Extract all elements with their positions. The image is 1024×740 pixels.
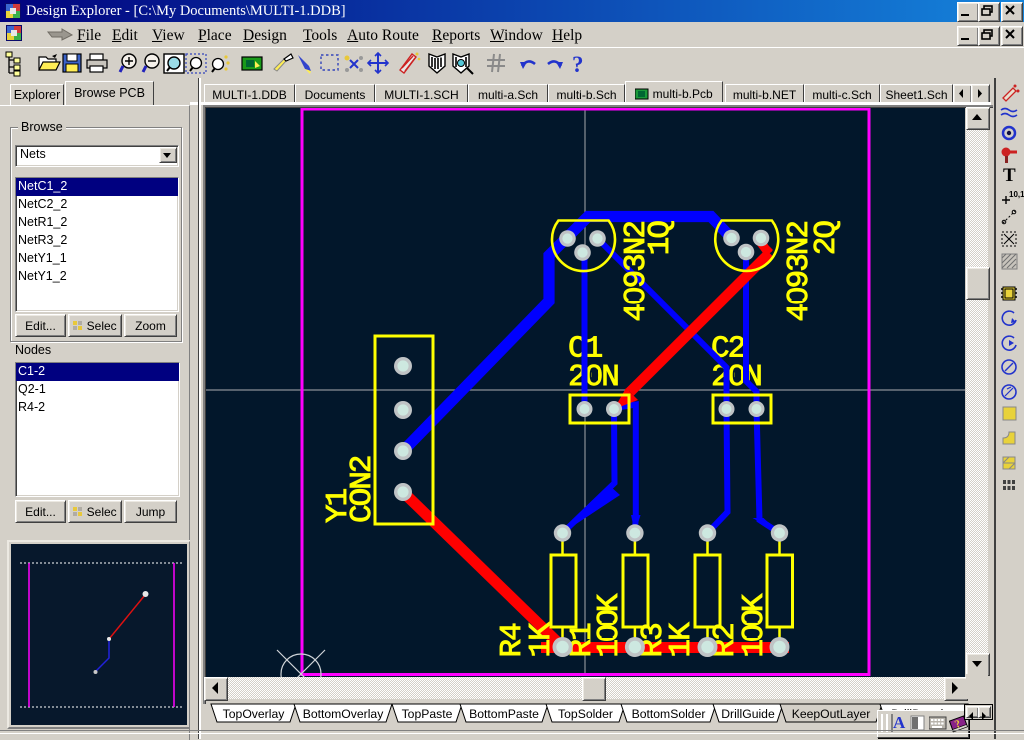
svg-text:T: T xyxy=(1003,165,1016,186)
svg-text:4093N2: 4093N2 xyxy=(619,222,654,322)
svg-text:4093N2: 4093N2 xyxy=(782,222,817,322)
svg-text:BottomOverlay: BottomOverlay xyxy=(303,707,385,721)
svg-text:?: ? xyxy=(572,52,584,77)
svg-text:TopOverlay: TopOverlay xyxy=(223,707,286,721)
svg-text:Y1: Y1 xyxy=(321,488,356,523)
svg-text:BottomPaste: BottomPaste xyxy=(469,707,539,721)
svg-text:TopPaste: TopPaste xyxy=(402,707,453,721)
svg-text:10,10: 10,10 xyxy=(1009,190,1024,199)
svg-text:KeepOutLayer: KeepOutLayer xyxy=(792,707,871,721)
svg-text:TopSolder: TopSolder xyxy=(558,707,613,721)
svg-text:BottomSolder: BottomSolder xyxy=(632,707,706,721)
svg-text:DrillGuide: DrillGuide xyxy=(721,707,775,721)
